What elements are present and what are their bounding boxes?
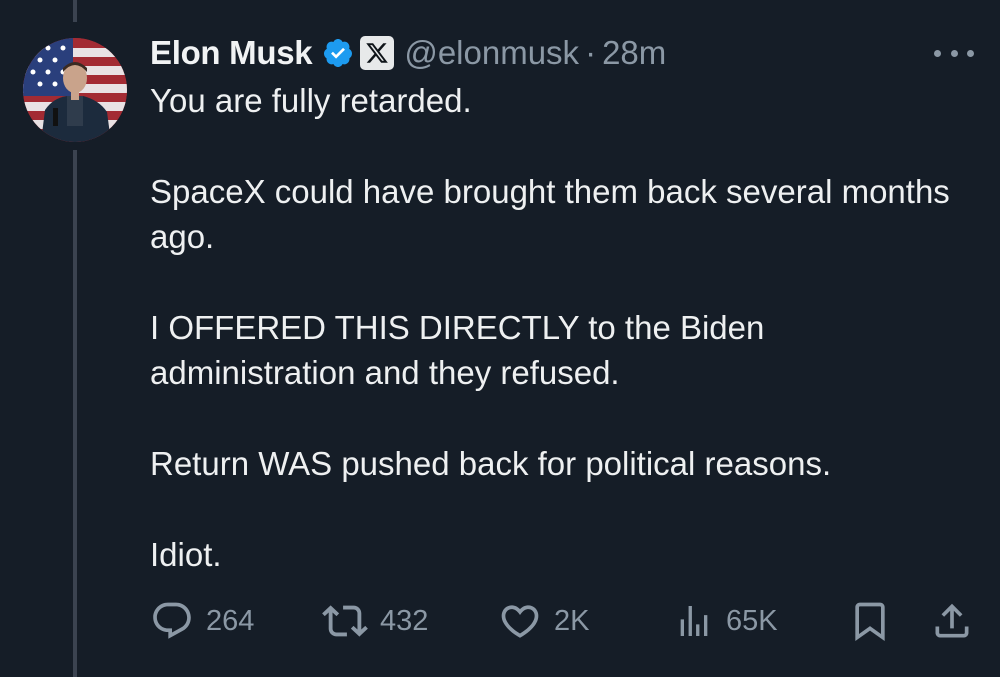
share-button[interactable] bbox=[930, 596, 974, 646]
tweet-text: You are fully retarded. SpaceX could hav… bbox=[150, 78, 970, 623]
views-icon bbox=[680, 606, 708, 636]
tweet-header: Elon Musk @elonmusk · 28m bbox=[150, 30, 666, 76]
tweet-paragraph: Idiot. bbox=[150, 536, 222, 573]
tweet-paragraph: You are fully retarded. bbox=[150, 82, 472, 119]
reply-button[interactable]: 264 bbox=[150, 596, 254, 646]
tweet-paragraph: SpaceX could have brought them back seve… bbox=[150, 173, 950, 255]
bookmark-button[interactable] bbox=[848, 596, 892, 646]
repost-button[interactable]: 432 bbox=[322, 596, 428, 646]
like-count: 2K bbox=[554, 604, 590, 637]
avatar[interactable] bbox=[23, 38, 127, 142]
more-icon[interactable] bbox=[934, 44, 974, 62]
author-handle[interactable]: @elonmusk bbox=[404, 34, 579, 72]
views-count: 65K bbox=[726, 604, 778, 637]
tweet-paragraph: I OFFERED THIS DIRECTLY to the Biden adm… bbox=[150, 309, 765, 391]
timestamp[interactable]: 28m bbox=[602, 34, 666, 72]
views-button[interactable]: 65K bbox=[674, 596, 778, 646]
like-button[interactable]: 2K bbox=[498, 596, 589, 646]
heart-icon bbox=[501, 605, 539, 638]
header-separator: · bbox=[585, 34, 597, 71]
reply-icon bbox=[153, 602, 191, 639]
author-name[interactable]: Elon Musk bbox=[150, 34, 313, 72]
reply-count: 264 bbox=[206, 604, 255, 637]
bookmark-icon bbox=[855, 602, 885, 642]
thread-line-top bbox=[73, 0, 77, 22]
tweet-paragraph: Return WAS pushed back for political rea… bbox=[150, 445, 832, 482]
repost-count: 432 bbox=[380, 604, 429, 637]
action-bar: 264 432 2K 65K bbox=[150, 596, 980, 646]
thread-line bbox=[73, 150, 77, 677]
verified-badge-icon[interactable] bbox=[322, 37, 354, 69]
share-icon bbox=[935, 603, 969, 638]
repost-icon bbox=[322, 605, 368, 637]
x-logo-icon bbox=[360, 36, 395, 70]
avatar-image bbox=[23, 38, 127, 142]
